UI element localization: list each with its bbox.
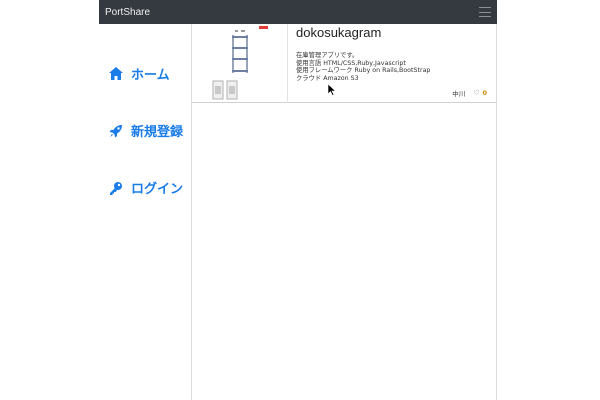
- description-line: 使用フレームワーク Ruby on Rails,BootStrap: [296, 67, 431, 75]
- post-thumbnail[interactable]: [192, 24, 288, 103]
- post-meta: 中川 ♡ 0: [452, 88, 487, 98]
- main-content: dokosukagram 在庫管理アプリです。 使用言語 HTML/CSS,Ru…: [191, 24, 497, 400]
- sidebar-item-label: ホーム: [131, 68, 170, 83]
- sidebar-item-label: ログイン: [131, 182, 184, 197]
- sidebar-item-login[interactable]: ログイン: [109, 178, 183, 197]
- post-description: 在庫管理アプリです。 使用言語 HTML/CSS,Ruby,Javascript…: [296, 52, 496, 82]
- navbar: PortShare: [99, 0, 497, 24]
- description-line: 在庫管理アプリです。: [296, 52, 359, 59]
- sidebar: ホーム 新規登録 ログイン: [99, 24, 191, 400]
- sidebar-item-label: 新規登録: [131, 125, 184, 140]
- author-name[interactable]: 中川: [452, 88, 465, 98]
- sidebar-item-home[interactable]: ホーム: [109, 64, 170, 83]
- key-icon: [109, 181, 123, 195]
- rocket-icon: [109, 124, 123, 138]
- heart-outline-icon[interactable]: ♡: [473, 89, 479, 97]
- brand-link[interactable]: PortShare: [105, 7, 150, 18]
- hamburger-icon[interactable]: [479, 7, 491, 17]
- post-card[interactable]: dokosukagram 在庫管理アプリです。 使用言語 HTML/CSS,Ru…: [192, 24, 497, 103]
- like-count: 0: [482, 89, 487, 97]
- home-icon: [109, 67, 123, 81]
- shelf-image: [212, 26, 268, 100]
- post-title[interactable]: dokosukagram: [296, 25, 496, 40]
- sidebar-item-signup[interactable]: 新規登録: [109, 121, 183, 140]
- app-frame: PortShare ホーム 新規登録 ログイン dokosukagram 在庫管…: [99, 0, 497, 400]
- description-line: クラウド Amazon S3: [296, 74, 359, 82]
- mouse-cursor-icon: [328, 84, 336, 96]
